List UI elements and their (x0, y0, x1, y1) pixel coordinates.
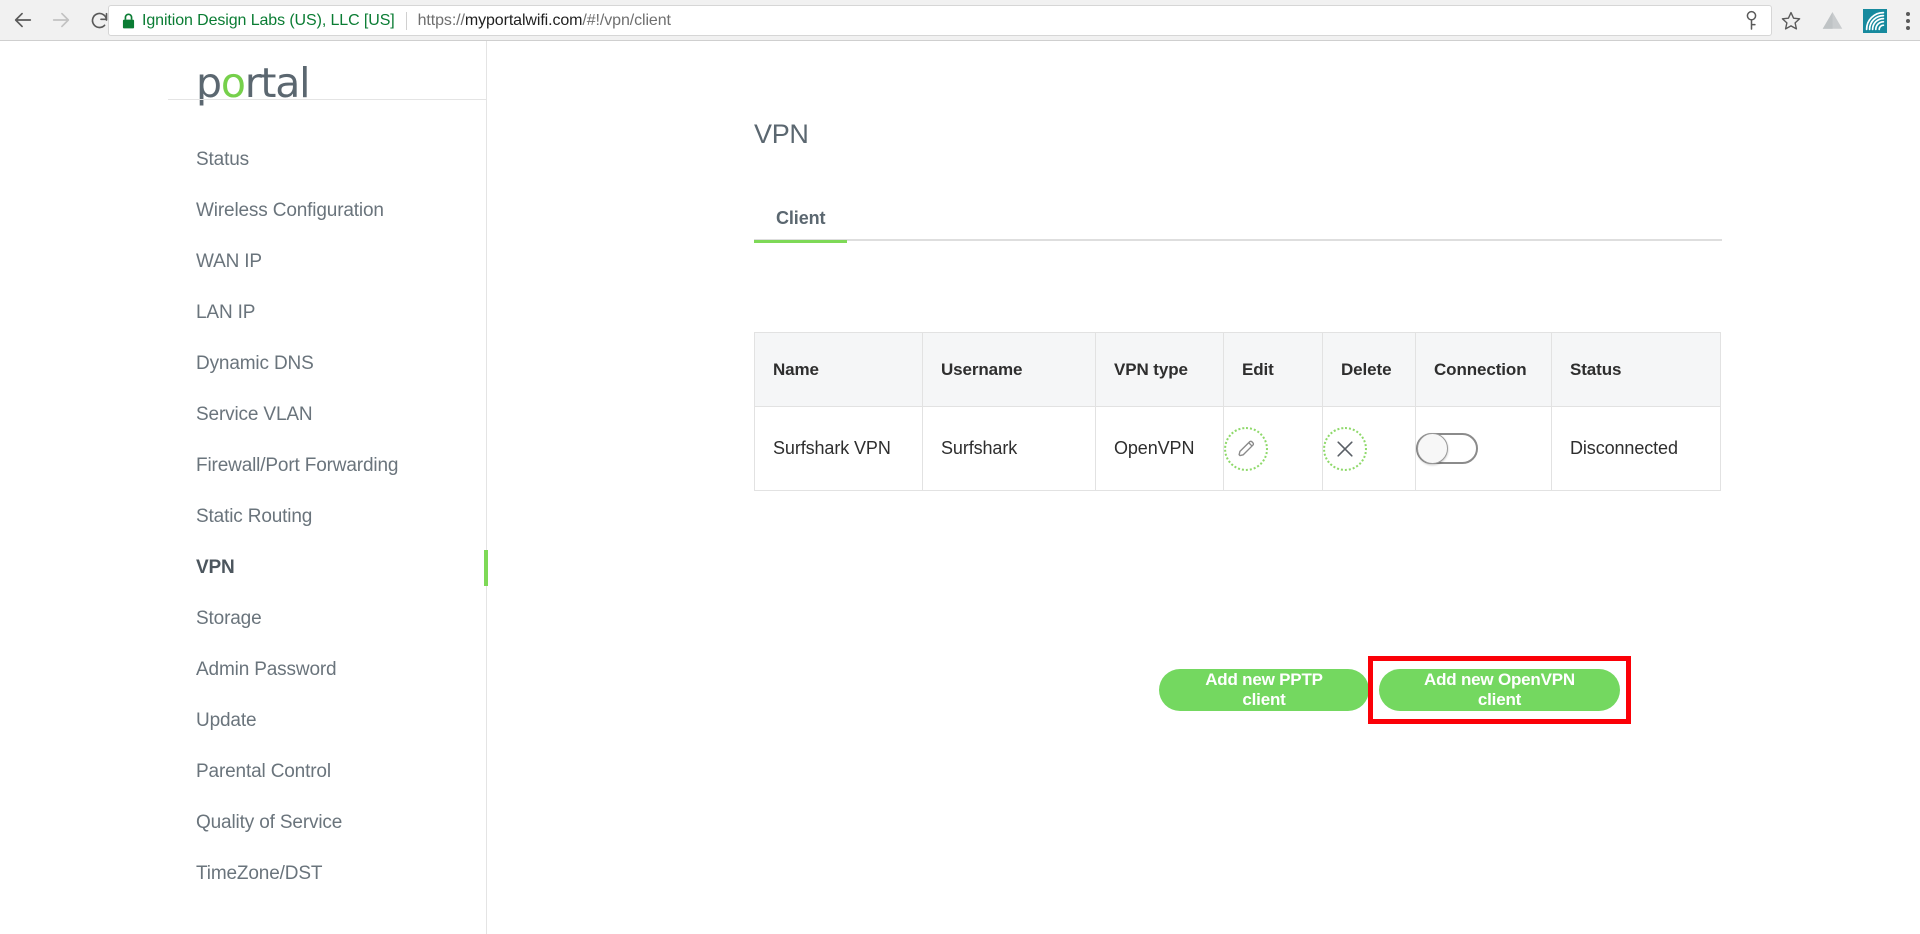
col-header-username: Username (923, 333, 1096, 407)
password-key-icon[interactable] (1742, 10, 1761, 31)
sidebar-item-label: Quality of Service (196, 812, 342, 834)
url-path: /#!/vpn/client (582, 12, 670, 29)
sidebar-item-wan-ip[interactable]: WAN IP (0, 236, 487, 287)
sidebar-item-label: Admin Password (196, 659, 336, 681)
sidebar-item-wireless-configuration[interactable]: Wireless Configuration (0, 185, 487, 236)
sidebar-item-vpn[interactable]: VPN (0, 542, 487, 593)
sidebar-item-label: Parental Control (196, 761, 331, 783)
edit-button[interactable] (1224, 427, 1268, 471)
sidebar-item-update[interactable]: Update (0, 695, 487, 746)
table-body: Surfshark VPN Surfshark OpenVPN (755, 407, 1721, 491)
sidebar-item-label: WAN IP (196, 251, 262, 273)
close-x-icon (1333, 437, 1357, 461)
chrome-menu-icon[interactable] (1906, 12, 1910, 30)
toggle-knob (1417, 433, 1448, 464)
table-header-row: Name Username VPN type Edit Delete Conne… (755, 333, 1721, 407)
sidebar-item-quality-of-service[interactable]: Quality of Service (0, 797, 487, 848)
google-drive-icon[interactable] (1821, 10, 1844, 31)
sidebar-item-lan-ip[interactable]: LAN IP (0, 287, 487, 338)
reload-icon (89, 10, 110, 31)
col-header-delete: Delete (1323, 333, 1416, 407)
sidebar-item-label: VPN (196, 557, 235, 579)
col-header-name: Name (755, 333, 923, 407)
delete-button[interactable] (1323, 427, 1367, 471)
browser-toolbar: Ignition Design Labs (US), LLC [US] http… (0, 0, 1920, 41)
cell-name: Surfshark VPN (755, 407, 923, 491)
sidebar-item-label: Service VLAN (196, 404, 312, 426)
cell-username: Surfshark (923, 407, 1096, 491)
col-header-connection: Connection (1416, 333, 1552, 407)
vpn-client-table: Name Username VPN type Edit Delete Conne… (754, 332, 1721, 491)
table-row: Surfshark VPN Surfshark OpenVPN (755, 407, 1721, 491)
col-header-edit: Edit (1224, 333, 1323, 407)
action-button-row: Add new PPTP client Add new OpenVPN clie… (754, 659, 1720, 719)
address-bar[interactable]: Ignition Design Labs (US), LLC [US] http… (108, 5, 1772, 36)
sidebar-item-admin-password[interactable]: Admin Password (0, 644, 487, 695)
sidebar-item-label: TimeZone/DST (196, 863, 322, 885)
sidebar-item-parental-control[interactable]: Parental Control (0, 746, 487, 797)
sidebar-divider (168, 99, 487, 100)
add-new-pptp-client-button[interactable]: Add new PPTP client (1159, 669, 1369, 711)
sidebar-item-service-vlan[interactable]: Service VLAN (0, 389, 487, 440)
sidebar-item-status[interactable]: Status (0, 134, 487, 185)
url-host: myportalwifi.com (465, 12, 583, 29)
bookmark-star-icon[interactable] (1780, 10, 1802, 32)
extension-icon[interactable] (1863, 9, 1887, 33)
page-body: portal Status Wireless Configuration WAN… (0, 41, 1920, 934)
pencil-icon (1235, 438, 1257, 460)
sidebar-item-label: Firewall/Port Forwarding (196, 455, 398, 477)
table-header: Name Username VPN type Edit Delete Conne… (755, 333, 1721, 407)
kebab-dot (1906, 12, 1910, 16)
sidebar-item-label: LAN IP (196, 302, 255, 324)
browser-toolbar-icons (1742, 5, 1910, 36)
cell-edit (1224, 407, 1323, 491)
sidebar-item-static-routing[interactable]: Static Routing (0, 491, 487, 542)
kebab-dot (1906, 26, 1910, 30)
cell-delete (1323, 407, 1416, 491)
sidebar-item-label: Update (196, 710, 256, 732)
sidebar-item-label: Status (196, 149, 249, 171)
cell-status: Disconnected (1552, 407, 1721, 491)
cell-vpn-type: OpenVPN (1096, 407, 1224, 491)
col-header-vpn-type: VPN type (1096, 333, 1224, 407)
forward-arrow-icon (50, 9, 72, 31)
sidebar-nav: Status Wireless Configuration WAN IP LAN… (0, 134, 487, 899)
cell-connection (1416, 407, 1552, 491)
kebab-dot (1906, 19, 1910, 23)
back-arrow-icon (12, 9, 34, 31)
tab-label: Client (776, 208, 825, 229)
back-button[interactable] (4, 1, 42, 39)
sidebar-item-label: Static Routing (196, 506, 312, 528)
connection-toggle[interactable] (1416, 433, 1478, 464)
lock-icon (122, 13, 135, 29)
sidebar: portal Status Wireless Configuration WAN… (0, 41, 487, 934)
col-header-status: Status (1552, 333, 1721, 407)
sidebar-item-timezone-dst[interactable]: TimeZone/DST (0, 848, 487, 899)
tab-bar: Client (754, 196, 1722, 241)
url-text: https://myportalwifi.com/#!/vpn/client (418, 12, 671, 30)
add-new-openvpn-client-button[interactable]: Add new OpenVPN client (1379, 669, 1620, 711)
sidebar-item-label: Storage (196, 608, 262, 630)
omnibox-divider (406, 12, 407, 30)
tab-client[interactable]: Client (754, 196, 847, 241)
forward-button[interactable] (42, 1, 80, 39)
sidebar-item-storage[interactable]: Storage (0, 593, 487, 644)
url-scheme: https:// (418, 12, 465, 29)
sidebar-item-label: Wireless Configuration (196, 200, 384, 222)
page-title: VPN (754, 119, 809, 150)
sidebar-item-dynamic-dns[interactable]: Dynamic DNS (0, 338, 487, 389)
sidebar-item-label: Dynamic DNS (196, 353, 314, 375)
site-identity-label: Ignition Design Labs (US), LLC [US] (142, 12, 395, 30)
sidebar-item-firewall-port-forwarding[interactable]: Firewall/Port Forwarding (0, 440, 487, 491)
main-content: VPN Client Name Username VPN type Edit D… (488, 41, 1920, 934)
